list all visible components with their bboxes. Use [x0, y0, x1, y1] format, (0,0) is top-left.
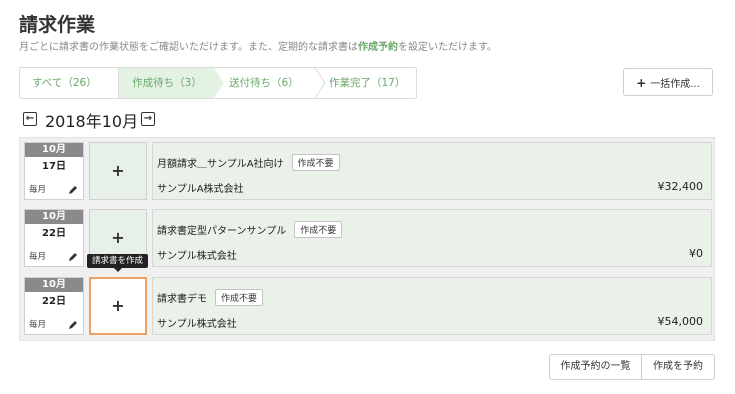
bulk-create-button[interactable]: + 一括作成...: [623, 68, 713, 96]
status-step-nav: すべて（26） 作成待ち（3） 送付待ち（6） 作業完了（17）: [19, 67, 417, 99]
date-day: 22日: [42, 228, 66, 239]
create-invoice-button[interactable]: +: [89, 277, 147, 335]
create-invoice-tooltip: 請求書を作成: [87, 254, 149, 268]
not-required-badge[interactable]: 作成不要: [291, 154, 340, 171]
not-required-badge[interactable]: 作成不要: [215, 289, 264, 306]
invoice-name: 月額請求＿サンプルA社向け 作成不要: [157, 154, 340, 171]
edit-pencil-icon[interactable]: [67, 184, 79, 196]
step-separator: [314, 68, 326, 98]
tooltip-arrow: [114, 268, 122, 272]
frequency-label: 毎月: [29, 252, 47, 262]
date-card: 10月 22日 毎月: [24, 277, 84, 335]
invoice-name-text: 請求書デモ: [157, 294, 207, 305]
company-name: サンプルA株式会社: [157, 184, 244, 195]
next-month-button[interactable]: →: [141, 112, 155, 126]
company-name: サンプル株式会社: [157, 319, 237, 330]
invoice-amount: ¥54,000: [657, 315, 704, 328]
plus-icon: +: [636, 76, 647, 90]
edit-pencil-icon[interactable]: [67, 251, 79, 263]
date-month: 10月: [25, 278, 83, 292]
subtitle-text-2: を設定いただけます。: [398, 42, 497, 53]
date-day: 22日: [42, 296, 66, 307]
invoice-amount: ¥0: [689, 247, 703, 260]
tab-sending[interactable]: 送付待ち（6）: [229, 68, 299, 98]
schedule-create-button[interactable]: 作成を予約: [641, 354, 715, 380]
schedule-link[interactable]: 作成予約: [358, 42, 398, 53]
invoice-name-text: 請求書定型パターンサンプル: [157, 226, 287, 237]
page-subtitle: 月ごとに請求書の作業状態をご確認いただけます。また、定期的な請求書は作成予約を設…: [19, 38, 497, 53]
date-month: 10月: [25, 210, 83, 224]
bulk-create-label: 一括作成...: [650, 79, 700, 90]
create-invoice-button[interactable]: +: [89, 142, 147, 200]
page-title: 請求作業: [19, 14, 96, 36]
schedule-list-button[interactable]: 作成予約の一覧: [549, 354, 642, 380]
edit-pencil-icon[interactable]: [67, 319, 79, 331]
month-label: 2018年10月: [45, 112, 139, 131]
subtitle-text-1: 月ごとに請求書の作業状態をご確認いただけます。また、定期的な請求書は: [19, 42, 358, 53]
schedule-row: 10月 17日 毎月 + 月額請求＿サンプルA社向け 作成不要 サンプルA株式会社…: [20, 138, 716, 204]
schedule-list: 10月 17日 毎月 + 月額請求＿サンプルA社向け 作成不要 サンプルA株式会社…: [19, 137, 715, 341]
date-month: 10月: [25, 143, 83, 157]
company-name: サンプル株式会社: [157, 251, 237, 262]
tab-creating[interactable]: 作成待ち（3）: [118, 68, 215, 98]
date-day: 17日: [42, 161, 66, 172]
invoice-name: 請求書デモ 作成不要: [157, 289, 264, 306]
invoice-item-card[interactable]: 請求書デモ 作成不要 サンプル株式会社 ¥54,000: [152, 277, 712, 335]
schedule-row: 10月 22日 毎月 + 請求書デモ 作成不要 サンプル株式会社 ¥54,000: [20, 273, 716, 339]
tab-done[interactable]: 作業完了（17）: [329, 68, 405, 98]
date-card: 10月 22日 毎月: [24, 209, 84, 267]
frequency-label: 毎月: [29, 185, 47, 195]
active-step-arrow: [214, 68, 224, 98]
not-required-badge[interactable]: 作成不要: [294, 221, 343, 238]
frequency-label: 毎月: [29, 320, 47, 330]
prev-month-button[interactable]: ←: [23, 112, 37, 126]
invoice-name: 請求書定型パターンサンプル 作成不要: [157, 221, 343, 238]
invoice-item-card[interactable]: 月額請求＿サンプルA社向け 作成不要 サンプルA株式会社 ¥32,400: [152, 142, 712, 200]
invoice-item-card[interactable]: 請求書定型パターンサンプル 作成不要 サンプル株式会社 ¥0: [152, 209, 712, 267]
invoice-amount: ¥32,400: [657, 180, 704, 193]
invoice-name-text: 月額請求＿サンプルA社向け: [157, 159, 284, 170]
date-card: 10月 17日 毎月: [24, 142, 84, 200]
tab-all[interactable]: すべて（26）: [32, 68, 97, 98]
